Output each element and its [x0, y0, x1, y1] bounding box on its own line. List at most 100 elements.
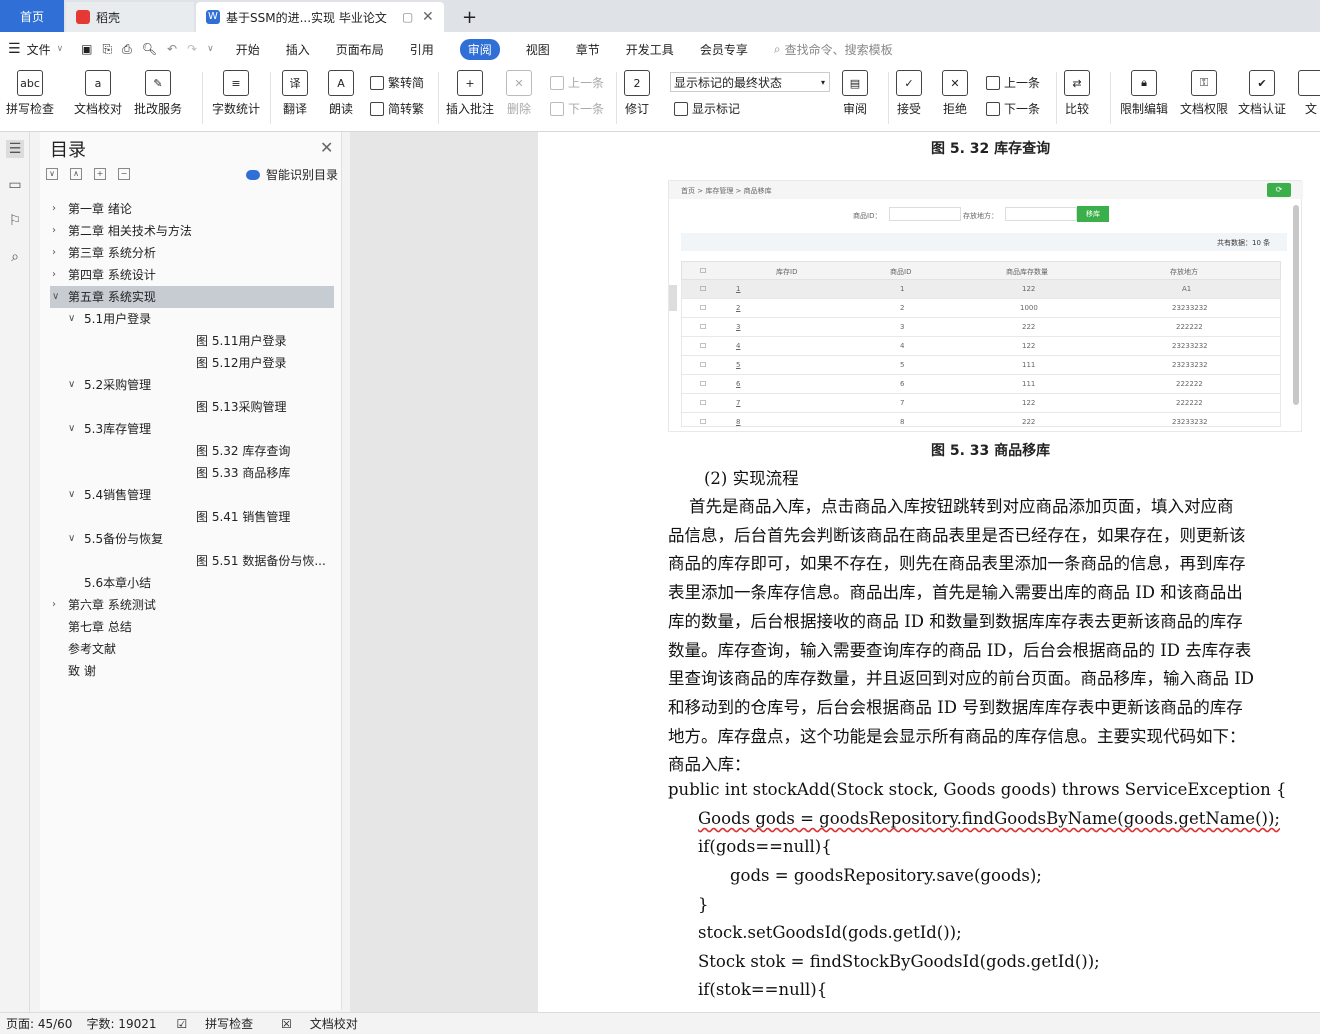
shot-td: 111 — [1022, 380, 1036, 388]
menu-reference[interactable]: 引用 — [410, 41, 434, 58]
chapter-nav-icon[interactable]: ▭ — [6, 176, 24, 194]
toc-item[interactable]: ∨ 5.3库存管理 — [66, 418, 332, 440]
toc-item[interactable]: 图 5.11用户登录 — [196, 330, 332, 352]
toc-item-label: 第五章 系统实现 — [68, 290, 156, 304]
insert-comment-button[interactable]: + 插入批注 — [446, 70, 494, 117]
toc-item-label: 图 5.11用户登录 — [196, 334, 287, 348]
toc-item[interactable]: 图 5.41 销售管理 — [196, 506, 332, 528]
toc-item[interactable]: ∨ 5.4销售管理 — [66, 484, 332, 506]
float-window-icon[interactable]: ▢ — [402, 10, 413, 24]
doc-certify-label: 文档认证 — [1238, 102, 1287, 116]
reject-button[interactable]: ✕ 拒绝 — [942, 70, 968, 117]
collapse-all-icon[interactable]: ∨ — [46, 168, 58, 180]
toc-item[interactable]: 第七章 总结 — [68, 616, 332, 638]
next-change-button[interactable]: 下一条 — [986, 100, 1040, 117]
shot-table-row: ☐ 5 5 111 23233232 — [681, 356, 1281, 375]
toc-item[interactable]: 图 5.33 商品移库 — [196, 462, 332, 484]
menu-insert[interactable]: 插入 — [286, 41, 310, 58]
menu-page-layout[interactable]: 页面布局 — [336, 41, 384, 58]
tab-home[interactable]: 首页 — [0, 0, 64, 32]
toc-item[interactable]: ∨ 5.1用户登录 — [66, 308, 332, 330]
track-changes-button[interactable]: 2 修订 — [624, 70, 650, 117]
toc-item[interactable]: › 第三章 系统分析 — [50, 242, 332, 264]
toc-panel: 目录 ✕ ∨ ∧ + − 智能识别目录 › 第一章 绪论 › 第二章 相关技术与方法… — [30, 132, 350, 1012]
compare-button[interactable]: ⇄ 比较 — [1064, 70, 1090, 117]
chevron-down-icon[interactable]: ∨ — [57, 44, 64, 54]
toc-item[interactable]: 图 5.32 库存查询 — [196, 440, 332, 462]
word-count-indicator[interactable]: 字数: 19021 — [86, 1015, 156, 1032]
tab-daoke[interactable]: 稻壳 — [66, 2, 194, 32]
hamburger-icon[interactable]: ☰ — [8, 41, 21, 57]
remove-heading-icon[interactable]: − — [118, 168, 130, 180]
menu-developer[interactable]: 开发工具 — [626, 41, 674, 58]
page-indicator[interactable]: 页面: 45/60 — [6, 1015, 72, 1032]
delete-comment-button[interactable]: ✕ 删除 — [506, 70, 532, 117]
trad-to-simp-button[interactable]: 繁转简 — [370, 74, 424, 91]
doc-rights-button[interactable]: ⚿ 文档权限 — [1180, 70, 1228, 117]
review-ribbon: abc 拼写检查 a 文档校对 ✎ 批改服务 ≡ 字数统计 译翻译 A 朗读 繁转简 简转… — [0, 66, 1320, 132]
doc-proof-status[interactable]: ☒ 文档校对 — [275, 1015, 366, 1032]
bookmark-icon[interactable]: ⚐ — [6, 212, 24, 230]
close-tab-icon[interactable]: ✕ — [422, 9, 434, 25]
read-aloud-button[interactable]: A 朗读 — [328, 70, 354, 117]
review-pane-button[interactable]: ▤ 审阅 — [842, 70, 868, 117]
menu-review[interactable]: 审阅 — [459, 38, 500, 60]
spell-check-button[interactable]: abc 拼写检查 — [6, 70, 54, 117]
toc-item[interactable]: › 第六章 系统测试 — [50, 594, 332, 616]
prev-comment-button[interactable]: 上一条 — [550, 74, 604, 91]
accept-button[interactable]: ✓ 接受 — [896, 70, 922, 117]
markup-state-select[interactable]: 显示标记的最终状态 ▾ — [670, 72, 830, 92]
menu-section[interactable]: 章节 — [576, 41, 600, 58]
print-preview-icon[interactable]: 🔍︎ — [142, 42, 157, 56]
quick-access-more-icon[interactable]: ∨ — [207, 44, 214, 54]
shot-td: 23233232 — [1172, 342, 1208, 350]
doc-proof-button[interactable]: a 文档校对 — [74, 70, 122, 117]
toc-item[interactable]: › 第二章 相关技术与方法 — [50, 220, 332, 242]
menu-start[interactable]: 开始 — [236, 41, 260, 58]
export-pdf-icon[interactable]: ⎘ — [103, 42, 113, 57]
prev-change-icon — [986, 75, 1000, 90]
show-markup-button[interactable]: 显示标记 — [674, 100, 740, 117]
doc-certify-button[interactable]: ✔ 文档认证 — [1238, 70, 1286, 117]
toc-item[interactable]: 图 5.12用户登录 — [196, 352, 332, 374]
toc-item[interactable]: › 第四章 系统设计 — [50, 264, 332, 286]
shot-td: 3 — [900, 323, 905, 331]
expand-up-icon[interactable]: ∧ — [70, 168, 82, 180]
toc-item[interactable]: 致 谢 — [68, 660, 332, 682]
prev-change-button[interactable]: 上一条 — [986, 74, 1040, 91]
add-heading-icon[interactable]: + — [94, 168, 106, 180]
more-ribbon-button[interactable]: 文 — [1298, 70, 1320, 117]
menu-view[interactable]: 视图 — [526, 41, 550, 58]
save-icon[interactable]: ▣ — [81, 42, 92, 56]
toc-item[interactable]: 图 5.51 数据备份与恢... — [196, 550, 332, 572]
find-icon[interactable]: ⌕ — [6, 248, 24, 266]
print-icon[interactable]: ⎙ — [122, 42, 132, 57]
simp-to-trad-button[interactable]: 简转繁 — [370, 100, 424, 117]
trad-to-simp-icon — [370, 75, 384, 90]
next-comment-button[interactable]: 下一条 — [550, 100, 604, 117]
command-search-input[interactable]: 查找命令、搜索模板 — [785, 41, 893, 58]
word-count-button[interactable]: ≡ 字数统计 — [212, 70, 260, 117]
toc-item-selected[interactable]: ∨ 第五章 系统实现 — [50, 286, 334, 308]
checkbox-icon: ☑ — [176, 1017, 188, 1031]
toc-item[interactable]: › 第一章 绪论 — [50, 198, 332, 220]
spell-check-status[interactable]: ☑ 拼写检查 — [171, 1015, 262, 1032]
tab-document[interactable]: W 基于SSM的进...实现 毕业论文 ▢ ✕ — [196, 2, 444, 32]
toc-item[interactable]: ∨ 5.5备份与恢复 — [66, 528, 332, 550]
smart-toc-button[interactable]: 智能识别目录 — [246, 166, 338, 183]
undo-icon[interactable]: ↶ — [167, 42, 177, 56]
redo-icon[interactable]: ↷ — [187, 42, 197, 56]
new-tab-button[interactable]: + — [452, 2, 487, 32]
batch-service-button[interactable]: ✎ 批改服务 — [134, 70, 182, 117]
prev-comment-icon — [550, 75, 564, 90]
menu-member[interactable]: 会员专享 — [700, 41, 748, 58]
toc-item[interactable]: 5.6本章小结 — [84, 572, 332, 594]
close-icon[interactable]: ✕ — [320, 138, 333, 157]
restrict-edit-button[interactable]: 🔒︎ 限制编辑 — [1120, 70, 1168, 117]
toc-item[interactable]: ∨ 5.2采购管理 — [66, 374, 332, 396]
toc-panel-icon[interactable]: ☰ — [6, 140, 24, 158]
menu-file[interactable]: 文件 — [27, 41, 51, 58]
toc-item[interactable]: 参考文献 — [68, 638, 332, 660]
toc-item[interactable]: 图 5.13采购管理 — [196, 396, 332, 418]
translate-button[interactable]: 译翻译 — [282, 70, 308, 117]
